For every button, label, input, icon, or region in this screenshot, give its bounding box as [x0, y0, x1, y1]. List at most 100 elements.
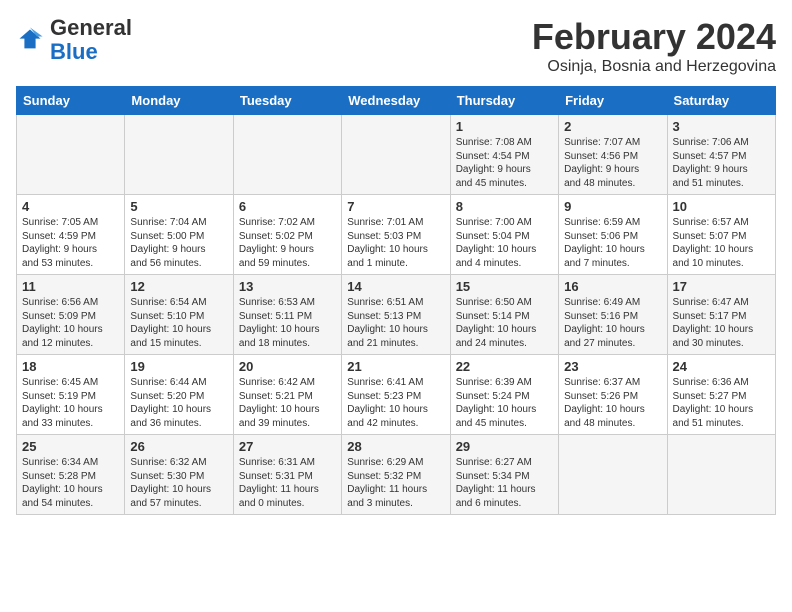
calendar-cell: 6 Sunrise: 7:02 AM Sunset: 5:02 PM Daylig… [233, 195, 341, 275]
logo-bird-icon [16, 26, 44, 54]
day-number: 6 [239, 199, 336, 214]
day-info: Sunrise: 7:05 AM Sunset: 4:59 PM Dayligh… [22, 216, 119, 270]
day-number: 7 [347, 199, 444, 214]
calendar-cell: 1 Sunrise: 7:08 AM Sunset: 4:54 PM Daylig… [450, 115, 558, 195]
calendar-cell: 13 Sunrise: 6:53 AM Sunset: 5:11 PM Dayli… [233, 275, 341, 355]
day-info: Sunrise: 7:02 AM Sunset: 5:02 PM Dayligh… [239, 216, 336, 270]
page-header: General Blue February 2024 Osinja, Bosni… [16, 16, 776, 76]
day-info: Sunrise: 6:59 AM Sunset: 5:06 PM Dayligh… [564, 216, 661, 270]
weekday-header-thursday: Thursday [450, 87, 558, 115]
calendar-cell: 23 Sunrise: 6:37 AM Sunset: 5:26 PM Dayli… [559, 355, 667, 435]
day-info: Sunrise: 7:07 AM Sunset: 4:56 PM Dayligh… [564, 136, 661, 190]
day-info: Sunrise: 7:04 AM Sunset: 5:00 PM Dayligh… [130, 216, 227, 270]
day-number: 15 [456, 279, 553, 294]
day-number: 17 [673, 279, 770, 294]
weekday-header-saturday: Saturday [667, 87, 775, 115]
weekday-header-sunday: Sunday [17, 87, 125, 115]
calendar-week-row: 4 Sunrise: 7:05 AM Sunset: 4:59 PM Daylig… [17, 195, 776, 275]
calendar-cell: 8Sunrise: 7:00 AM Sunset: 5:04 PM Daylig… [450, 195, 558, 275]
calendar-cell: 24 Sunrise: 6:36 AM Sunset: 5:27 PM Dayli… [667, 355, 775, 435]
calendar-cell: 19 Sunrise: 6:44 AM Sunset: 5:20 PM Dayli… [125, 355, 233, 435]
weekday-header-row: SundayMondayTuesdayWednesdayThursdayFrid… [17, 87, 776, 115]
calendar-cell [667, 435, 775, 515]
calendar-cell: 10 Sunrise: 6:57 AM Sunset: 5:07 PM Dayli… [667, 195, 775, 275]
day-number: 26 [130, 439, 227, 454]
day-number: 9 [564, 199, 661, 214]
day-number: 21 [347, 359, 444, 374]
calendar-cell: 16 Sunrise: 6:49 AM Sunset: 5:16 PM Dayli… [559, 275, 667, 355]
day-number: 27 [239, 439, 336, 454]
calendar-cell: 18 Sunrise: 6:45 AM Sunset: 5:19 PM Dayli… [17, 355, 125, 435]
day-number: 16 [564, 279, 661, 294]
day-number: 29 [456, 439, 553, 454]
calendar-cell [125, 115, 233, 195]
day-info: Sunrise: 6:54 AM Sunset: 5:10 PM Dayligh… [130, 296, 227, 350]
calendar-cell: 17 Sunrise: 6:47 AM Sunset: 5:17 PM Dayli… [667, 275, 775, 355]
title-block: February 2024 Osinja, Bosnia and Herzego… [532, 16, 776, 76]
day-number: 18 [22, 359, 119, 374]
calendar-cell: 28 Sunrise: 6:29 AM Sunset: 5:32 PM Dayli… [342, 435, 450, 515]
calendar-cell: 26 Sunrise: 6:32 AM Sunset: 5:30 PM Dayli… [125, 435, 233, 515]
day-number: 23 [564, 359, 661, 374]
calendar-cell [342, 115, 450, 195]
day-info: Sunrise: 6:49 AM Sunset: 5:16 PM Dayligh… [564, 296, 661, 350]
calendar-cell [17, 115, 125, 195]
day-info: Sunrise: 6:45 AM Sunset: 5:19 PM Dayligh… [22, 376, 119, 430]
weekday-header-wednesday: Wednesday [342, 87, 450, 115]
day-info: Sunrise: 6:39 AM Sunset: 5:24 PM Dayligh… [456, 376, 553, 430]
logo-text: General Blue [50, 16, 132, 64]
calendar-cell: 27 Sunrise: 6:31 AM Sunset: 5:31 PM Dayli… [233, 435, 341, 515]
calendar-cell: 7 Sunrise: 7:01 AM Sunset: 5:03 PM Daylig… [342, 195, 450, 275]
calendar-table: SundayMondayTuesdayWednesdayThursdayFrid… [16, 86, 776, 515]
month-year-title: February 2024 [532, 16, 776, 58]
day-number: 19 [130, 359, 227, 374]
day-info: Sunrise: 6:29 AM Sunset: 5:32 PM Dayligh… [347, 456, 444, 510]
weekday-header-monday: Monday [125, 87, 233, 115]
day-number: 13 [239, 279, 336, 294]
day-number: 12 [130, 279, 227, 294]
day-info: Sunrise: 6:51 AM Sunset: 5:13 PM Dayligh… [347, 296, 444, 350]
calendar-cell: 20 Sunrise: 6:42 AM Sunset: 5:21 PM Dayli… [233, 355, 341, 435]
location-subtitle: Osinja, Bosnia and Herzegovina [532, 58, 776, 76]
calendar-cell [233, 115, 341, 195]
day-info: Sunrise: 6:31 AM Sunset: 5:31 PM Dayligh… [239, 456, 336, 510]
day-info: Sunrise: 7:08 AM Sunset: 4:54 PM Dayligh… [456, 136, 553, 190]
calendar-cell: 2 Sunrise: 7:07 AM Sunset: 4:56 PM Daylig… [559, 115, 667, 195]
day-number: 22 [456, 359, 553, 374]
day-info: Sunrise: 6:56 AM Sunset: 5:09 PM Dayligh… [22, 296, 119, 350]
calendar-cell: 12 Sunrise: 6:54 AM Sunset: 5:10 PM Dayli… [125, 275, 233, 355]
day-info: Sunrise: 6:47 AM Sunset: 5:17 PM Dayligh… [673, 296, 770, 350]
day-info: Sunrise: 6:42 AM Sunset: 5:21 PM Dayligh… [239, 376, 336, 430]
calendar-cell: 22 Sunrise: 6:39 AM Sunset: 5:24 PM Dayli… [450, 355, 558, 435]
day-number: 8 [456, 199, 553, 214]
day-info: Sunrise: 6:57 AM Sunset: 5:07 PM Dayligh… [673, 216, 770, 270]
calendar-week-row: 25Sunrise: 6:34 AM Sunset: 5:28 PM Dayli… [17, 435, 776, 515]
day-number: 2 [564, 119, 661, 134]
calendar-cell: 25Sunrise: 6:34 AM Sunset: 5:28 PM Dayli… [17, 435, 125, 515]
day-number: 1 [456, 119, 553, 134]
day-number: 14 [347, 279, 444, 294]
calendar-cell: 14 Sunrise: 6:51 AM Sunset: 5:13 PM Dayli… [342, 275, 450, 355]
day-info: Sunrise: 6:44 AM Sunset: 5:20 PM Dayligh… [130, 376, 227, 430]
day-info: Sunrise: 6:41 AM Sunset: 5:23 PM Dayligh… [347, 376, 444, 430]
day-info: Sunrise: 6:32 AM Sunset: 5:30 PM Dayligh… [130, 456, 227, 510]
day-info: Sunrise: 6:37 AM Sunset: 5:26 PM Dayligh… [564, 376, 661, 430]
day-info: Sunrise: 6:53 AM Sunset: 5:11 PM Dayligh… [239, 296, 336, 350]
day-info: Sunrise: 6:36 AM Sunset: 5:27 PM Dayligh… [673, 376, 770, 430]
calendar-cell: 4 Sunrise: 7:05 AM Sunset: 4:59 PM Daylig… [17, 195, 125, 275]
day-number: 10 [673, 199, 770, 214]
calendar-cell: 11Sunrise: 6:56 AM Sunset: 5:09 PM Dayli… [17, 275, 125, 355]
calendar-cell: 29Sunrise: 6:27 AM Sunset: 5:34 PM Dayli… [450, 435, 558, 515]
logo: General Blue [16, 16, 132, 64]
day-info: Sunrise: 7:01 AM Sunset: 5:03 PM Dayligh… [347, 216, 444, 270]
calendar-cell: 15 Sunrise: 6:50 AM Sunset: 5:14 PM Dayli… [450, 275, 558, 355]
day-number: 28 [347, 439, 444, 454]
day-info: Sunrise: 6:50 AM Sunset: 5:14 PM Dayligh… [456, 296, 553, 350]
day-number: 24 [673, 359, 770, 374]
calendar-cell [559, 435, 667, 515]
day-number: 3 [673, 119, 770, 134]
day-number: 25 [22, 439, 119, 454]
day-number: 20 [239, 359, 336, 374]
day-info: Sunrise: 7:06 AM Sunset: 4:57 PM Dayligh… [673, 136, 770, 190]
day-number: 4 [22, 199, 119, 214]
